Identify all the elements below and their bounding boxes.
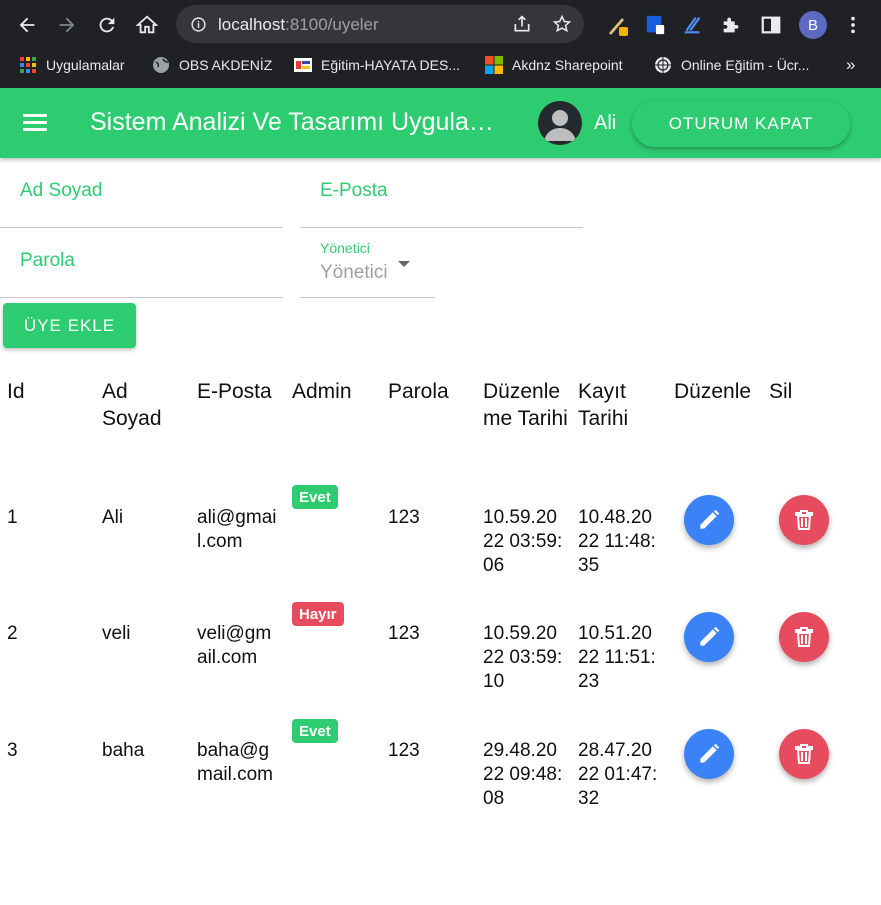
cell-password: 123	[388, 623, 420, 644]
url-path: :8100/uyeler	[285, 15, 379, 34]
password-field[interactable]: Parola	[0, 228, 283, 298]
cell-password: 123	[388, 507, 420, 528]
cell-name: veli	[102, 623, 131, 644]
cell-updated: 29.48.2022 09:48:08	[483, 740, 563, 809]
admin-status-badge: Evet	[292, 719, 338, 743]
delete-button[interactable]	[779, 729, 829, 779]
app-title: Sistem Analizi Ve Tasarımı Uygulaması	[90, 108, 510, 136]
cell-name: baha	[102, 740, 145, 761]
bookmark-label: Online Eğitim - Ücr...	[681, 57, 810, 73]
column-header-delete: Sil	[769, 380, 793, 403]
column-header-edit: Düzenle	[674, 380, 752, 403]
bookmark-obs[interactable]: OBS AKDENİZ	[152, 54, 272, 76]
role-select-value: Yönetici	[320, 262, 388, 283]
bookmark-label: Eğitim-HAYATA DES...	[321, 57, 460, 73]
trash-icon	[795, 744, 813, 764]
apps-grid-icon	[19, 56, 37, 74]
cell-id: 3	[7, 740, 18, 761]
cell-id: 1	[7, 507, 18, 528]
edit-button[interactable]	[684, 612, 734, 662]
browser-chrome: localhost:8100/uyeler B Uygulamalar OBS …	[0, 0, 881, 88]
user-name: Ali	[594, 112, 617, 134]
admin-status-badge: Evet	[292, 485, 338, 509]
share-icon[interactable]	[512, 14, 532, 39]
column-header-created: Kayıt Tarihi	[578, 380, 629, 430]
dropdown-caret-icon[interactable]	[398, 261, 410, 267]
pencil-icon	[700, 626, 720, 646]
side-panel-icon[interactable]	[756, 10, 786, 40]
bookmark-sharepoint[interactable]: Akdnz Sharepoint	[485, 54, 623, 76]
home-icon[interactable]	[132, 10, 162, 40]
email-field[interactable]: E-Posta	[300, 158, 583, 228]
back-icon[interactable]	[12, 10, 42, 40]
bookmark-label: Uygulamalar	[46, 57, 125, 73]
app-header: Sistem Analizi Ve Tasarımı Uygulaması Al…	[0, 88, 881, 158]
pencil-icon	[700, 509, 720, 529]
puzzle-extensions-icon[interactable]	[716, 10, 746, 40]
add-member-button[interactable]: ÜYE EKLE	[3, 303, 136, 348]
pencil-icon	[700, 743, 720, 763]
delete-button[interactable]	[779, 495, 829, 545]
reload-icon[interactable]	[92, 10, 122, 40]
password-placeholder: Parola	[20, 250, 75, 271]
cell-created: 28.47.2022 01:47:32	[578, 740, 658, 809]
cell-updated: 10.59.2022 03:59:10	[483, 623, 563, 692]
role-select-label: Yönetici	[320, 240, 370, 256]
edit-button[interactable]	[684, 729, 734, 779]
bookmark-label: OBS AKDENİZ	[179, 57, 273, 73]
profile-avatar-icon[interactable]: B	[798, 10, 828, 40]
column-header-admin: Admin	[292, 380, 352, 403]
star-icon[interactable]	[552, 14, 572, 39]
edit-button[interactable]	[684, 495, 734, 545]
cell-created: 10.51.2022 11:51:23	[578, 623, 656, 692]
forward-icon[interactable]	[52, 10, 82, 40]
column-header-password: Parola	[388, 380, 449, 403]
pen-extension-icon[interactable]	[602, 10, 632, 40]
cell-email: baha@gmail.com	[197, 740, 274, 785]
bookmark-apps[interactable]: Uygulamalar	[19, 54, 125, 76]
column-header-email: E-Posta	[197, 380, 272, 403]
delete-button[interactable]	[779, 612, 829, 662]
bookmark-egitim[interactable]: Eğitim-HAYATA DES...	[294, 54, 460, 76]
admin-status-badge: Hayır	[292, 602, 344, 626]
bookmarks-bar: Uygulamalar OBS AKDENİZ Eğitim-HAYATA DE…	[0, 50, 881, 80]
kebab-menu-icon[interactable]	[838, 10, 868, 40]
edge-extension-icon[interactable]	[678, 10, 708, 40]
email-placeholder: E-Posta	[320, 180, 388, 201]
globe-icon	[152, 56, 170, 74]
user-avatar[interactable]	[538, 101, 582, 145]
column-header-updated: Düzenleme Tarihi	[483, 380, 568, 430]
profile-initial: B	[799, 11, 827, 39]
cell-email: ali@gmail.com	[197, 507, 277, 552]
cell-name: Ali	[102, 507, 124, 528]
cell-id: 2	[7, 623, 18, 644]
role-select[interactable]: Yönetici Yönetici	[300, 228, 435, 298]
cell-created: 10.48.2022 11:48:35	[578, 507, 656, 576]
trash-icon	[795, 627, 813, 647]
bitwarden-extension-icon[interactable]	[640, 10, 670, 40]
browser-toolbar: localhost:8100/uyeler B	[0, 0, 881, 50]
url-host: localhost	[218, 15, 286, 34]
name-placeholder: Ad Soyad	[20, 180, 103, 201]
address-bar[interactable]: localhost:8100/uyeler	[176, 5, 584, 43]
url-text: localhost:8100/uyeler	[218, 15, 379, 35]
bookmark-favicon-icon	[294, 56, 312, 74]
name-field[interactable]: Ad Soyad	[0, 158, 283, 228]
bookmark-label: Akdnz Sharepoint	[512, 57, 623, 73]
hamburger-menu-icon[interactable]	[20, 110, 50, 136]
logout-button[interactable]: OTURUM KAPAT	[632, 101, 850, 147]
trash-icon	[795, 510, 813, 530]
bookmark-online-egitim[interactable]: Online Eğitim - Ücr...	[654, 54, 809, 76]
microsoft-icon	[485, 56, 503, 74]
globe-icon	[654, 56, 672, 74]
cell-email: veli@gmail.com	[197, 623, 272, 668]
more-bookmarks-chevron[interactable]: »	[846, 54, 855, 76]
info-icon[interactable]	[190, 16, 207, 38]
column-header-id: Id	[7, 380, 25, 403]
column-header-name: Ad Soyad	[102, 380, 162, 430]
cell-password: 123	[388, 740, 420, 761]
cell-updated: 10.59.2022 03:59:06	[483, 507, 563, 576]
